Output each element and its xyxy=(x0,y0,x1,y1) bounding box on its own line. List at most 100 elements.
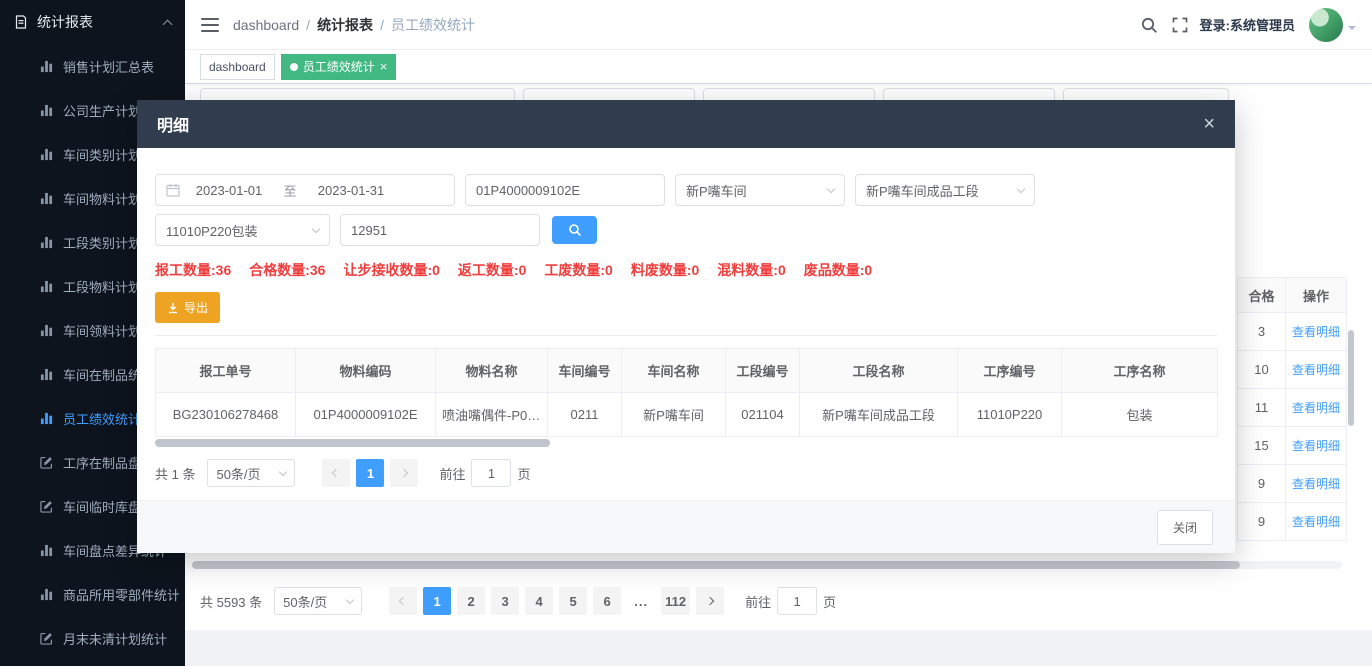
qualified-count-cell: 9 xyxy=(1237,465,1285,503)
column-header: 工段名称 xyxy=(800,349,958,393)
page-number-button[interactable]: 4 xyxy=(525,587,553,615)
horizontal-scrollbar-thumb[interactable] xyxy=(192,561,1240,569)
next-page-button[interactable] xyxy=(696,587,724,615)
bar-chart-icon xyxy=(40,59,54,73)
goto-page-input[interactable] xyxy=(777,587,817,615)
total-count-label: 共 5593 条 xyxy=(200,592,262,611)
tab-close-icon[interactable] xyxy=(380,60,388,73)
fullscreen-icon[interactable] xyxy=(1172,17,1188,33)
modal-title: 明细 xyxy=(157,112,189,136)
view-detail-link[interactable]: 查看明细 xyxy=(1292,399,1340,416)
date-start-value[interactable]: 2023-01-01 xyxy=(186,183,272,198)
workshop-select-value: 新P嘴车间 xyxy=(686,181,747,200)
close-icon[interactable] xyxy=(1203,114,1215,134)
chevron-right-icon xyxy=(400,469,408,477)
login-user-label: 登录:系统管理员 xyxy=(1200,15,1295,34)
modal-horizontal-scrollbar-thumb[interactable] xyxy=(155,439,550,447)
bar-chart-icon xyxy=(40,323,54,337)
sidebar-item[interactable]: 月末未清计划统计 xyxy=(0,616,185,660)
prev-page-button[interactable] xyxy=(389,587,417,615)
table-row: 3 查看明细 xyxy=(1237,313,1349,351)
breadcrumb-report[interactable]: 统计报表 xyxy=(317,15,373,35)
material-code-input[interactable] xyxy=(465,174,665,206)
caret-down-icon xyxy=(1348,26,1356,34)
page-number-list: 1 2 3 4 5 6 ... xyxy=(420,587,693,615)
employee-no-input[interactable] xyxy=(340,214,540,246)
user-avatar[interactable] xyxy=(1309,8,1343,42)
stat-item: 工废数量:0 xyxy=(544,260,612,280)
view-detail-link[interactable]: 查看明细 xyxy=(1292,475,1340,492)
date-end-value[interactable]: 2023-01-31 xyxy=(308,183,394,198)
tab-employee-performance[interactable]: 员工绩效统计 xyxy=(281,54,397,80)
page-number-button[interactable]: 112 xyxy=(661,587,690,615)
prev-page-button[interactable] xyxy=(322,459,350,487)
page-number-button[interactable]: 6 xyxy=(593,587,621,615)
qualified-count-cell: 15 xyxy=(1237,427,1285,465)
view-detail-link[interactable]: 查看明细 xyxy=(1292,323,1340,340)
chevron-down-icon xyxy=(827,184,835,192)
report-icon xyxy=(14,15,28,29)
cell-section-no: 021104 xyxy=(726,393,800,437)
stat-item: 混料数量:0 xyxy=(717,260,785,280)
bar-chart-icon xyxy=(40,279,54,293)
column-header: 工序编号 xyxy=(958,349,1062,393)
goto-label: 前往 xyxy=(745,592,771,611)
page-size-select[interactable]: 50条/页 xyxy=(207,459,295,487)
search-button[interactable] xyxy=(552,216,597,244)
sidebar-item-label: 员工绩效统计 xyxy=(63,409,141,428)
page-number-button[interactable]: 1 xyxy=(423,587,451,615)
edit-icon xyxy=(40,499,54,513)
sidebar-item[interactable]: 商品所用零部件统计 xyxy=(0,572,185,616)
detail-modal: 明细 2023-01-01 至 2023-01-31 新P嘴车间 xyxy=(137,100,1235,553)
page-size-select[interactable]: 50条/页 xyxy=(274,587,362,615)
cell-report-no: BG230106278468 xyxy=(156,393,296,437)
page-size-value: 50条/页 xyxy=(283,592,327,611)
column-header: 车间名称 xyxy=(622,349,726,393)
qualified-count-cell: 10 xyxy=(1237,351,1285,389)
stat-item: 让步接收数量:0 xyxy=(343,260,439,280)
workshop-select[interactable]: 新P嘴车间 xyxy=(675,174,845,206)
next-page-button[interactable] xyxy=(390,459,418,487)
chevron-down-icon xyxy=(1017,184,1025,192)
page-size-value: 50条/页 xyxy=(216,464,260,483)
goto-page: 前往 页 xyxy=(745,587,836,615)
close-button[interactable]: 关闭 xyxy=(1157,510,1213,545)
column-header: 车间编号 xyxy=(548,349,622,393)
view-detail-link[interactable]: 查看明细 xyxy=(1292,513,1340,530)
stat-item: 报工数量:36 xyxy=(155,260,231,280)
process-select[interactable]: 11010P220包装 xyxy=(155,214,330,246)
section-select-value: 新P嘴车间成品工段 xyxy=(866,181,979,200)
goto-unit: 页 xyxy=(823,592,836,611)
column-header-qualified: 合格 xyxy=(1237,277,1285,313)
column-header-action: 操作 xyxy=(1285,277,1347,313)
breadcrumb-dashboard[interactable]: dashboard xyxy=(233,17,299,33)
date-range-picker[interactable]: 2023-01-01 至 2023-01-31 xyxy=(155,174,455,206)
hamburger-icon[interactable] xyxy=(201,18,219,32)
vertical-scrollbar-thumb[interactable] xyxy=(1348,330,1354,426)
page-number-button[interactable]: 2 xyxy=(457,587,485,615)
sidebar-menu-root[interactable]: 统计报表 xyxy=(0,0,185,44)
column-header: 物料编码 xyxy=(296,349,436,393)
view-detail-link[interactable]: 查看明细 xyxy=(1292,437,1340,454)
horizontal-scrollbar xyxy=(192,561,1342,569)
section-select[interactable]: 新P嘴车间成品工段 xyxy=(855,174,1035,206)
page-number-button[interactable]: 5 xyxy=(559,587,587,615)
view-detail-link[interactable]: 查看明细 xyxy=(1292,361,1340,378)
sidebar-item-label: 销售计划汇总表 xyxy=(63,57,154,76)
goto-page: 前往 页 xyxy=(439,459,530,487)
total-count-label: 共 1 条 xyxy=(155,464,195,483)
goto-page-input[interactable] xyxy=(471,459,511,487)
modal-body: 2023-01-01 至 2023-01-31 新P嘴车间 新P嘴车间成品工段 … xyxy=(137,148,1235,500)
sidebar-item[interactable]: 销售计划汇总表 xyxy=(0,44,185,88)
chevron-left-icon xyxy=(332,469,340,477)
user-menu[interactable] xyxy=(1309,8,1356,42)
page-number-button[interactable]: ... xyxy=(627,587,655,615)
page-number-button[interactable]: 1 xyxy=(356,459,384,487)
modal-horizontal-scrollbar xyxy=(155,439,1217,447)
table-row: 9 查看明细 xyxy=(1237,465,1349,503)
page-number-button[interactable]: 3 xyxy=(491,587,519,615)
tab-dashboard[interactable]: dashboard xyxy=(200,54,275,80)
export-button[interactable]: 导出 xyxy=(155,292,220,323)
breadcrumb: dashboard / 统计报表 / 员工绩效统计 xyxy=(233,15,475,35)
search-icon[interactable] xyxy=(1140,16,1158,34)
